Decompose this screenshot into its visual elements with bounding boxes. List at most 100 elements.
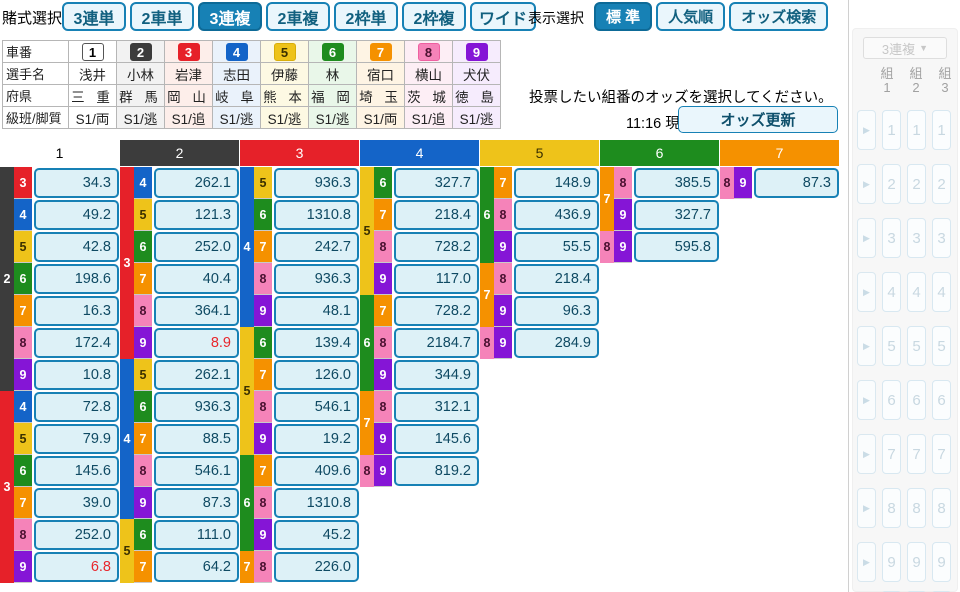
odds-button[interactable]: 64.2: [154, 552, 239, 582]
odds-button[interactable]: 172.4: [34, 328, 119, 358]
odds-button[interactable]: 728.2: [394, 232, 479, 262]
odds-button[interactable]: 252.0: [154, 232, 239, 262]
odds-update-button[interactable]: オッズ更新: [678, 106, 838, 133]
odds-button[interactable]: 111.0: [154, 520, 239, 550]
bet-entry-cell-g3-3[interactable]: 3: [932, 218, 951, 258]
bet-entry-cell-g2-9[interactable]: 9: [907, 542, 926, 582]
bet-entry-cell-g3-6[interactable]: 6: [932, 380, 951, 420]
odds-button[interactable]: 19.2: [274, 424, 359, 454]
odds-button[interactable]: 546.1: [154, 456, 239, 486]
odds-button[interactable]: 117.0: [394, 264, 479, 294]
bet-entry-cell-g1-6[interactable]: 6: [882, 380, 901, 420]
play-arrow-icon[interactable]: ▶: [857, 272, 876, 312]
odds-button[interactable]: 242.7: [274, 232, 359, 262]
odds-button[interactable]: 364.1: [154, 296, 239, 326]
odds-button[interactable]: 226.0: [274, 552, 359, 582]
play-arrow-icon[interactable]: ▶: [857, 218, 876, 258]
bet-entry-cell-g1-4[interactable]: 4: [882, 272, 901, 312]
odds-button[interactable]: 39.0: [34, 488, 119, 518]
odds-button[interactable]: 42.8: [34, 232, 119, 262]
odds-button[interactable]: 72.8: [34, 392, 119, 422]
odds-button[interactable]: 10.8: [34, 360, 119, 390]
bet-entry-cell-g2-5[interactable]: 5: [907, 326, 926, 366]
odds-button[interactable]: 936.3: [274, 168, 359, 198]
odds-button[interactable]: 1310.8: [274, 200, 359, 230]
odds-button[interactable]: 312.1: [394, 392, 479, 422]
bet-entry-cell-g1-2[interactable]: 2: [882, 164, 901, 204]
odds-button[interactable]: 252.0: [34, 520, 119, 550]
bet-type-button-5[interactable]: 2枠単: [334, 2, 398, 31]
bet-entry-cell-g3-7[interactable]: 7: [932, 434, 951, 474]
play-arrow-icon[interactable]: ▶: [857, 110, 876, 150]
bet-entry-cell-g3-4[interactable]: 4: [932, 272, 951, 312]
display-mode-button-2[interactable]: 人気順: [656, 2, 726, 31]
play-arrow-icon[interactable]: ▶: [857, 326, 876, 366]
display-mode-button-1[interactable]: 標 準: [594, 2, 653, 31]
odds-button[interactable]: 79.9: [34, 424, 119, 454]
bet-entry-cell-g3-8[interactable]: 8: [932, 488, 951, 528]
bet-entry-cell-g3-5[interactable]: 5: [932, 326, 951, 366]
odds-button[interactable]: 145.6: [34, 456, 119, 486]
bet-type-button-3[interactable]: 3連複: [198, 2, 262, 31]
odds-button[interactable]: 55.5: [514, 232, 599, 262]
play-arrow-icon[interactable]: ▶: [857, 164, 876, 204]
bet-entry-cell-g2-7[interactable]: 7: [907, 434, 926, 474]
odds-button[interactable]: 262.1: [154, 168, 239, 198]
play-arrow-icon[interactable]: ▶: [857, 488, 876, 528]
bet-type-button-7[interactable]: ワイド: [470, 2, 537, 31]
bet-entry-cell-g2-2[interactable]: 2: [907, 164, 926, 204]
display-mode-button-3[interactable]: オッズ検索: [729, 2, 829, 31]
odds-button[interactable]: 936.3: [154, 392, 239, 422]
odds-button[interactable]: 16.3: [34, 296, 119, 326]
odds-button[interactable]: 595.8: [634, 232, 719, 262]
odds-button[interactable]: 145.6: [394, 424, 479, 454]
bet-entry-cell-g1-9[interactable]: 9: [882, 542, 901, 582]
bet-entry-cell-g1-5[interactable]: 5: [882, 326, 901, 366]
odds-button[interactable]: 936.3: [274, 264, 359, 294]
odds-button[interactable]: 121.3: [154, 200, 239, 230]
bet-type-button-6[interactable]: 2枠複: [402, 2, 466, 31]
bet-entry-cell-g2-1[interactable]: 1: [907, 110, 926, 150]
odds-button[interactable]: 148.9: [514, 168, 599, 198]
bet-entry-cell-g2-3[interactable]: 3: [907, 218, 926, 258]
odds-button[interactable]: 8.9: [154, 328, 239, 358]
odds-button[interactable]: 6.8: [34, 552, 119, 582]
bet-type-select[interactable]: 3連複 ▼: [863, 37, 947, 59]
odds-button[interactable]: 198.6: [34, 264, 119, 294]
odds-button[interactable]: 218.4: [514, 264, 599, 294]
bet-entry-cell-g2-4[interactable]: 4: [907, 272, 926, 312]
odds-button[interactable]: 87.3: [754, 168, 839, 198]
odds-button[interactable]: 34.3: [34, 168, 119, 198]
odds-button[interactable]: 49.2: [34, 200, 119, 230]
odds-button[interactable]: 2184.7: [394, 328, 479, 358]
odds-button[interactable]: 126.0: [274, 360, 359, 390]
odds-button[interactable]: 88.5: [154, 424, 239, 454]
bet-entry-cell-g1-7[interactable]: 7: [882, 434, 901, 474]
play-arrow-icon[interactable]: ▶: [857, 380, 876, 420]
play-arrow-icon[interactable]: ▶: [857, 434, 876, 474]
bet-entry-cell-g2-6[interactable]: 6: [907, 380, 926, 420]
odds-button[interactable]: 327.7: [394, 168, 479, 198]
bet-entry-cell-g1-1[interactable]: 1: [882, 110, 901, 150]
odds-button[interactable]: 436.9: [514, 200, 599, 230]
odds-button[interactable]: 45.2: [274, 520, 359, 550]
odds-button[interactable]: 139.4: [274, 328, 359, 358]
bet-type-button-2[interactable]: 2車単: [130, 2, 194, 31]
bet-entry-cell-g1-8[interactable]: 8: [882, 488, 901, 528]
odds-button[interactable]: 262.1: [154, 360, 239, 390]
odds-button[interactable]: 344.9: [394, 360, 479, 390]
bet-entry-cell-g2-8[interactable]: 8: [907, 488, 926, 528]
bet-type-button-4[interactable]: 2車複: [266, 2, 330, 31]
odds-button[interactable]: 1310.8: [274, 488, 359, 518]
play-arrow-icon[interactable]: ▶: [857, 542, 876, 582]
bet-entry-cell-g1-3[interactable]: 3: [882, 218, 901, 258]
odds-button[interactable]: 48.1: [274, 296, 359, 326]
odds-button[interactable]: 327.7: [634, 200, 719, 230]
bet-entry-cell-g3-2[interactable]: 2: [932, 164, 951, 204]
odds-button[interactable]: 385.5: [634, 168, 719, 198]
odds-button[interactable]: 409.6: [274, 456, 359, 486]
bet-type-button-1[interactable]: 3連単: [62, 2, 126, 31]
odds-button[interactable]: 546.1: [274, 392, 359, 422]
odds-button[interactable]: 728.2: [394, 296, 479, 326]
bet-entry-cell-g3-9[interactable]: 9: [932, 542, 951, 582]
